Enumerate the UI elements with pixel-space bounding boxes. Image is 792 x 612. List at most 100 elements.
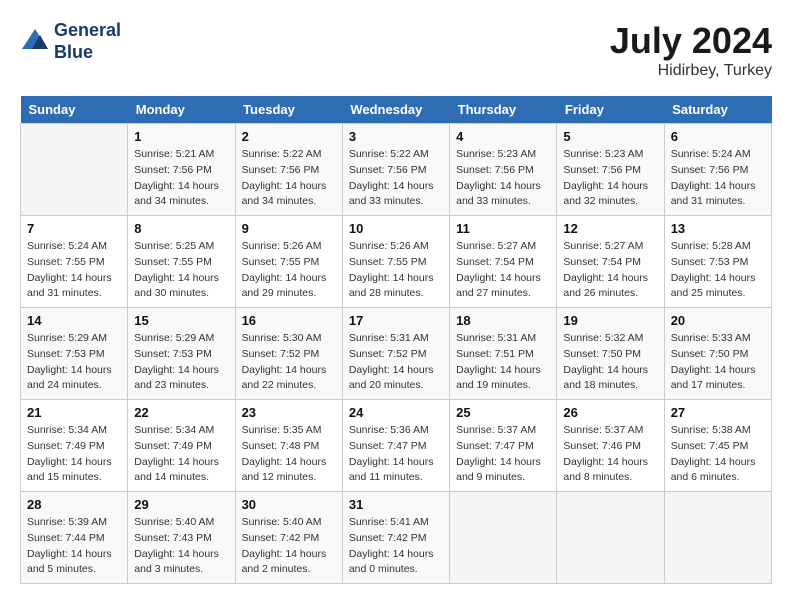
day-info: Sunrise: 5:37 AM Sunset: 7:46 PM Dayligh… [563, 423, 657, 486]
day-info: Sunrise: 5:26 AM Sunset: 7:55 PM Dayligh… [242, 239, 336, 302]
calendar-cell: 21 Sunrise: 5:34 AM Sunset: 7:49 PM Dayl… [21, 400, 128, 492]
logo-line1: General [54, 20, 121, 42]
weekday-header-thursday: Thursday [450, 96, 557, 124]
calendar-table: SundayMondayTuesdayWednesdayThursdayFrid… [20, 96, 772, 584]
day-info: Sunrise: 5:37 AM Sunset: 7:47 PM Dayligh… [456, 423, 550, 486]
calendar-cell: 2 Sunrise: 5:22 AM Sunset: 7:56 PM Dayli… [235, 124, 342, 216]
day-number: 27 [671, 405, 765, 420]
calendar-cell: 28 Sunrise: 5:39 AM Sunset: 7:44 PM Dayl… [21, 492, 128, 584]
calendar-cell [557, 492, 664, 584]
day-number: 21 [27, 405, 121, 420]
day-info: Sunrise: 5:24 AM Sunset: 7:56 PM Dayligh… [671, 147, 765, 210]
calendar-cell: 14 Sunrise: 5:29 AM Sunset: 7:53 PM Dayl… [21, 308, 128, 400]
day-number: 13 [671, 221, 765, 236]
day-number: 22 [134, 405, 228, 420]
day-number: 31 [349, 497, 443, 512]
weekday-row: SundayMondayTuesdayWednesdayThursdayFrid… [21, 96, 772, 124]
logo: General Blue [20, 20, 121, 63]
day-info: Sunrise: 5:26 AM Sunset: 7:55 PM Dayligh… [349, 239, 443, 302]
calendar-week-3: 14 Sunrise: 5:29 AM Sunset: 7:53 PM Dayl… [21, 308, 772, 400]
day-info: Sunrise: 5:24 AM Sunset: 7:55 PM Dayligh… [27, 239, 121, 302]
day-number: 15 [134, 313, 228, 328]
day-info: Sunrise: 5:40 AM Sunset: 7:43 PM Dayligh… [134, 515, 228, 578]
calendar-week-4: 21 Sunrise: 5:34 AM Sunset: 7:49 PM Dayl… [21, 400, 772, 492]
day-info: Sunrise: 5:22 AM Sunset: 7:56 PM Dayligh… [242, 147, 336, 210]
day-info: Sunrise: 5:21 AM Sunset: 7:56 PM Dayligh… [134, 147, 228, 210]
day-number: 14 [27, 313, 121, 328]
day-number: 1 [134, 129, 228, 144]
day-info: Sunrise: 5:23 AM Sunset: 7:56 PM Dayligh… [456, 147, 550, 210]
calendar-cell: 31 Sunrise: 5:41 AM Sunset: 7:42 PM Dayl… [342, 492, 449, 584]
day-number: 16 [242, 313, 336, 328]
day-info: Sunrise: 5:34 AM Sunset: 7:49 PM Dayligh… [134, 423, 228, 486]
day-number: 30 [242, 497, 336, 512]
calendar-cell: 16 Sunrise: 5:30 AM Sunset: 7:52 PM Dayl… [235, 308, 342, 400]
calendar-cell: 8 Sunrise: 5:25 AM Sunset: 7:55 PM Dayli… [128, 216, 235, 308]
calendar-week-1: 1 Sunrise: 5:21 AM Sunset: 7:56 PM Dayli… [21, 124, 772, 216]
day-number: 23 [242, 405, 336, 420]
day-info: Sunrise: 5:40 AM Sunset: 7:42 PM Dayligh… [242, 515, 336, 578]
calendar-cell: 27 Sunrise: 5:38 AM Sunset: 7:45 PM Dayl… [664, 400, 771, 492]
day-number: 17 [349, 313, 443, 328]
day-info: Sunrise: 5:35 AM Sunset: 7:48 PM Dayligh… [242, 423, 336, 486]
calendar-cell [21, 124, 128, 216]
day-number: 25 [456, 405, 550, 420]
day-info: Sunrise: 5:33 AM Sunset: 7:50 PM Dayligh… [671, 331, 765, 394]
day-number: 9 [242, 221, 336, 236]
calendar-cell [664, 492, 771, 584]
weekday-header-saturday: Saturday [664, 96, 771, 124]
day-info: Sunrise: 5:36 AM Sunset: 7:47 PM Dayligh… [349, 423, 443, 486]
calendar-cell: 29 Sunrise: 5:40 AM Sunset: 7:43 PM Dayl… [128, 492, 235, 584]
calendar-cell: 18 Sunrise: 5:31 AM Sunset: 7:51 PM Dayl… [450, 308, 557, 400]
page-header: General Blue July 2024 Hidirbey, Turkey [20, 20, 772, 80]
day-info: Sunrise: 5:28 AM Sunset: 7:53 PM Dayligh… [671, 239, 765, 302]
calendar-cell: 25 Sunrise: 5:37 AM Sunset: 7:47 PM Dayl… [450, 400, 557, 492]
day-number: 28 [27, 497, 121, 512]
day-info: Sunrise: 5:23 AM Sunset: 7:56 PM Dayligh… [563, 147, 657, 210]
calendar-cell: 11 Sunrise: 5:27 AM Sunset: 7:54 PM Dayl… [450, 216, 557, 308]
weekday-header-tuesday: Tuesday [235, 96, 342, 124]
day-number: 20 [671, 313, 765, 328]
calendar-cell: 12 Sunrise: 5:27 AM Sunset: 7:54 PM Dayl… [557, 216, 664, 308]
calendar-cell: 17 Sunrise: 5:31 AM Sunset: 7:52 PM Dayl… [342, 308, 449, 400]
logo-icon [20, 27, 50, 57]
day-number: 18 [456, 313, 550, 328]
calendar-cell: 23 Sunrise: 5:35 AM Sunset: 7:48 PM Dayl… [235, 400, 342, 492]
calendar-cell: 30 Sunrise: 5:40 AM Sunset: 7:42 PM Dayl… [235, 492, 342, 584]
calendar-cell: 19 Sunrise: 5:32 AM Sunset: 7:50 PM Dayl… [557, 308, 664, 400]
day-info: Sunrise: 5:29 AM Sunset: 7:53 PM Dayligh… [27, 331, 121, 394]
day-info: Sunrise: 5:25 AM Sunset: 7:55 PM Dayligh… [134, 239, 228, 302]
day-number: 7 [27, 221, 121, 236]
weekday-header-monday: Monday [128, 96, 235, 124]
calendar-week-5: 28 Sunrise: 5:39 AM Sunset: 7:44 PM Dayl… [21, 492, 772, 584]
day-number: 19 [563, 313, 657, 328]
day-number: 12 [563, 221, 657, 236]
day-info: Sunrise: 5:31 AM Sunset: 7:52 PM Dayligh… [349, 331, 443, 394]
day-number: 11 [456, 221, 550, 236]
day-number: 6 [671, 129, 765, 144]
day-info: Sunrise: 5:22 AM Sunset: 7:56 PM Dayligh… [349, 147, 443, 210]
calendar-header: SundayMondayTuesdayWednesdayThursdayFrid… [21, 96, 772, 124]
calendar-cell: 15 Sunrise: 5:29 AM Sunset: 7:53 PM Dayl… [128, 308, 235, 400]
day-number: 5 [563, 129, 657, 144]
day-number: 24 [349, 405, 443, 420]
calendar-cell: 9 Sunrise: 5:26 AM Sunset: 7:55 PM Dayli… [235, 216, 342, 308]
calendar-cell: 4 Sunrise: 5:23 AM Sunset: 7:56 PM Dayli… [450, 124, 557, 216]
day-info: Sunrise: 5:38 AM Sunset: 7:45 PM Dayligh… [671, 423, 765, 486]
title-block: July 2024 Hidirbey, Turkey [610, 20, 772, 80]
day-info: Sunrise: 5:41 AM Sunset: 7:42 PM Dayligh… [349, 515, 443, 578]
calendar-cell: 26 Sunrise: 5:37 AM Sunset: 7:46 PM Dayl… [557, 400, 664, 492]
day-number: 4 [456, 129, 550, 144]
day-number: 2 [242, 129, 336, 144]
day-info: Sunrise: 5:32 AM Sunset: 7:50 PM Dayligh… [563, 331, 657, 394]
calendar-cell: 10 Sunrise: 5:26 AM Sunset: 7:55 PM Dayl… [342, 216, 449, 308]
calendar-cell: 20 Sunrise: 5:33 AM Sunset: 7:50 PM Dayl… [664, 308, 771, 400]
day-number: 26 [563, 405, 657, 420]
calendar-body: 1 Sunrise: 5:21 AM Sunset: 7:56 PM Dayli… [21, 124, 772, 584]
month-year: July 2024 [610, 20, 772, 62]
day-info: Sunrise: 5:27 AM Sunset: 7:54 PM Dayligh… [456, 239, 550, 302]
location: Hidirbey, Turkey [610, 62, 772, 80]
calendar-week-2: 7 Sunrise: 5:24 AM Sunset: 7:55 PM Dayli… [21, 216, 772, 308]
day-number: 8 [134, 221, 228, 236]
day-info: Sunrise: 5:30 AM Sunset: 7:52 PM Dayligh… [242, 331, 336, 394]
